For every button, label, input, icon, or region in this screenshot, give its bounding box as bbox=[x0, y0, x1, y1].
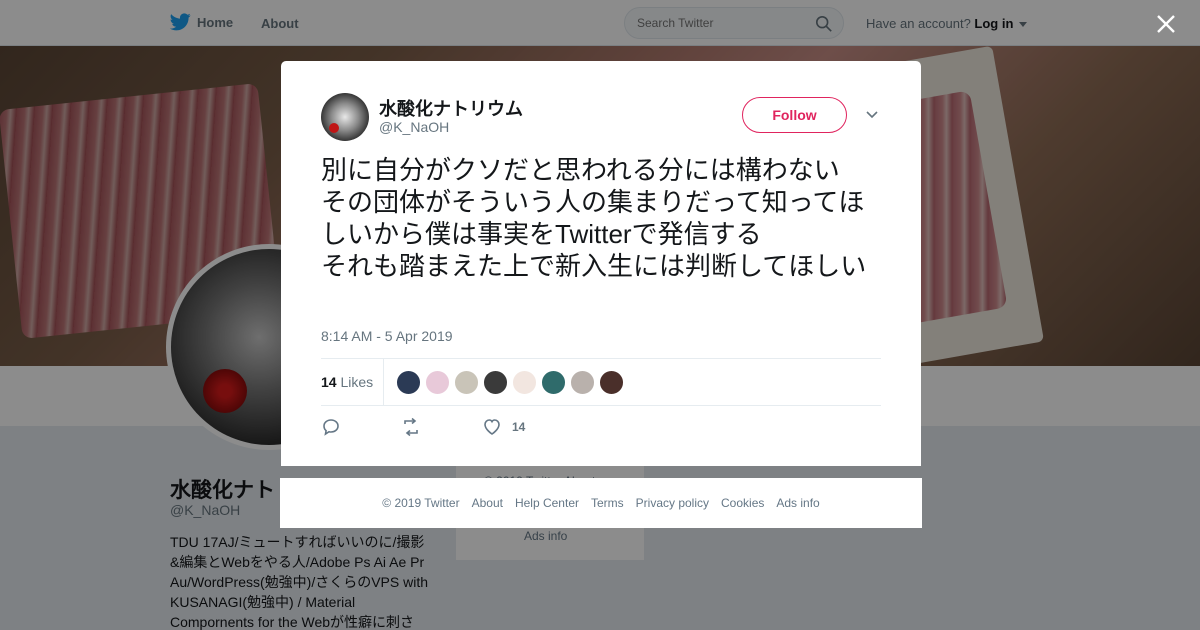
liker-avatar[interactable] bbox=[512, 370, 537, 395]
liker-avatar[interactable] bbox=[483, 370, 508, 395]
retweet-icon[interactable] bbox=[401, 417, 421, 437]
reply-icon[interactable] bbox=[321, 417, 341, 437]
liker-avatar[interactable] bbox=[454, 370, 479, 395]
footer-link[interactable]: Help Center bbox=[515, 496, 579, 510]
liker-avatar[interactable] bbox=[541, 370, 566, 395]
tweet-modal: 水酸化ナトリウム @K_NaOH Follow 別に自分がクソだと思われる分には… bbox=[281, 61, 921, 466]
likes-label: Likes bbox=[340, 374, 374, 390]
liker-avatars bbox=[396, 370, 624, 395]
liker-avatar[interactable] bbox=[425, 370, 450, 395]
footer-link[interactable]: About bbox=[472, 496, 503, 510]
heart-icon[interactable] bbox=[482, 417, 502, 437]
rose-icon bbox=[329, 123, 339, 133]
footer-link[interactable]: Terms bbox=[591, 496, 624, 510]
tweet-handle[interactable]: @K_NaOH bbox=[379, 119, 449, 135]
tweet-text: 別に自分がクソだと思われる分には構わない その団体がそういう人の集まりだって知っ… bbox=[321, 155, 867, 281]
follow-button[interactable]: Follow bbox=[742, 97, 847, 133]
tweet-timestamp[interactable]: 8:14 AM - 5 Apr 2019 bbox=[321, 328, 453, 344]
liker-avatar[interactable] bbox=[396, 370, 421, 395]
chevron-down-icon[interactable] bbox=[865, 109, 879, 121]
likes-number: 14 bbox=[321, 374, 337, 390]
stats-divider bbox=[383, 359, 384, 405]
footer-link[interactable]: Privacy policy bbox=[636, 496, 709, 510]
close-icon[interactable] bbox=[1156, 14, 1176, 34]
footer-link[interactable]: Ads info bbox=[776, 496, 819, 510]
like-action-count[interactable]: 14 bbox=[512, 420, 525, 434]
liker-avatar[interactable] bbox=[570, 370, 595, 395]
tweet-display-name[interactable]: 水酸化ナトリウム bbox=[379, 95, 523, 121]
liker-avatar[interactable] bbox=[599, 370, 624, 395]
tweet-stats: 14 Likes bbox=[321, 358, 881, 406]
avatar[interactable] bbox=[321, 93, 369, 141]
footer-link[interactable]: Cookies bbox=[721, 496, 764, 510]
footer-links: © 2019 Twitter About Help Center Terms Priva… bbox=[280, 478, 922, 528]
likes-count[interactable]: 14 Likes bbox=[321, 374, 373, 390]
footer-link[interactable]: © 2019 Twitter bbox=[382, 496, 459, 510]
